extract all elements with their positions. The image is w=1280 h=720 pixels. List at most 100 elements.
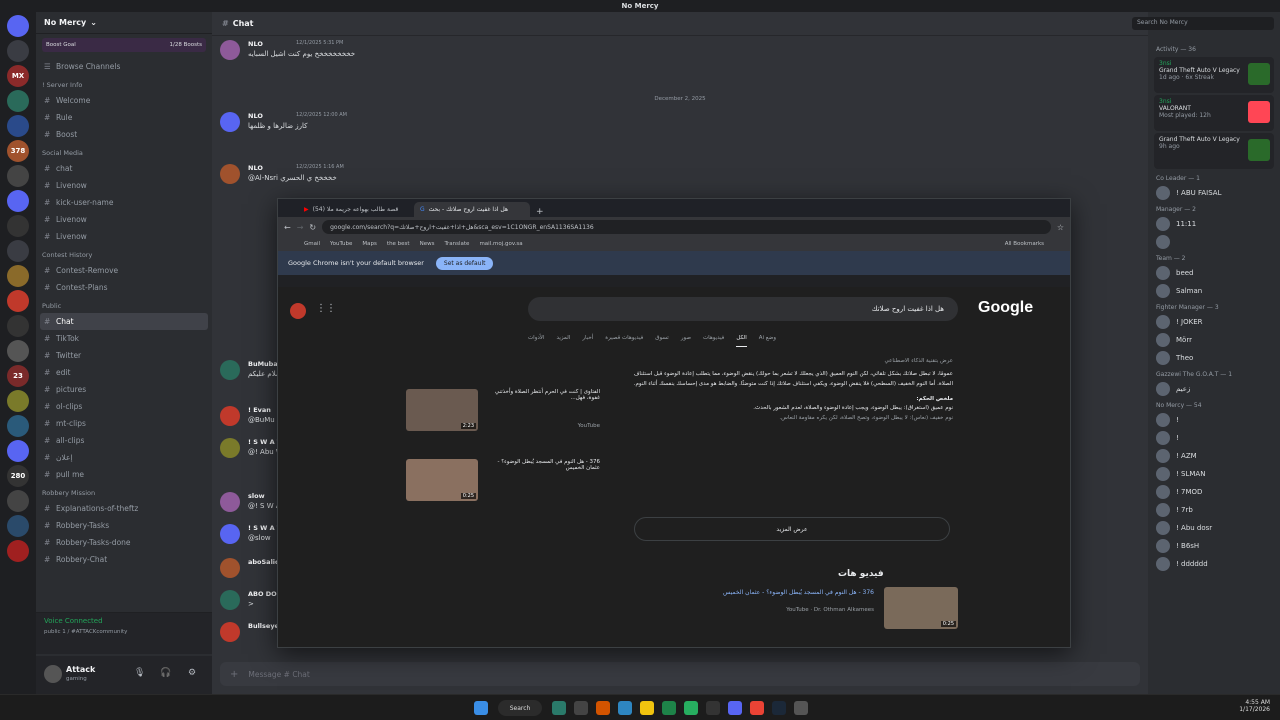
channel-category[interactable]: Public [36,299,212,313]
channel-item[interactable]: # Welcome [36,92,212,109]
video-card[interactable]: 2:23 الفتاوى | كنت في الحرم أنتظر الصلاة… [398,387,604,435]
avatar[interactable] [220,622,240,642]
channel-item[interactable]: # إعلان [36,449,212,466]
channel-item[interactable]: # ol-clips [36,398,212,415]
video-card[interactable]: 0:25 376 - هل النوم في المسجد يُبطل الوض… [398,457,604,505]
avatar[interactable] [220,492,240,512]
channel-item[interactable]: # Contest-Plans [36,279,212,296]
set-default-button[interactable]: Set as default [435,256,494,270]
server-icon[interactable] [7,540,29,562]
search-tab[interactable]: وضع Ai [759,335,776,347]
all-bookmarks[interactable]: All Bookmarks [1005,241,1044,247]
show-more-button[interactable]: عرض المزيد [634,517,950,541]
search-tab[interactable]: أخبار [582,335,593,347]
avatar[interactable] [44,665,62,683]
member-item[interactable]: ! ABU FAISAL [1148,184,1280,202]
server-icon[interactable]: 378 [7,140,29,162]
server-icon[interactable] [7,490,29,512]
channel-item[interactable]: # Rule [36,109,212,126]
member-item[interactable]: Mörr [1148,331,1280,349]
browser-tab-2[interactable]: G هل اذا غفيت اروح صلاتك - بحث [414,202,530,217]
discord-icon[interactable] [728,701,742,715]
search-tab[interactable]: الأدوات [528,335,544,347]
reload-icon[interactable]: ↻ [309,223,316,232]
edge-icon[interactable] [552,701,566,715]
avatar[interactable] [290,303,306,319]
activity-card[interactable]: 3nsi VALORANT Most played: 12h [1154,95,1274,131]
bookmark[interactable]: Maps [362,241,376,247]
star-icon[interactable]: ☆ [1057,223,1064,232]
server-icon[interactable] [7,165,29,187]
member-item[interactable]: ! [1148,411,1280,429]
server-icon[interactable] [7,265,29,287]
channel-item[interactable]: # Boost [36,126,212,143]
server-icon[interactable] [7,515,29,537]
gear-icon[interactable]: ⚙ [188,668,196,678]
bookmark[interactable]: News [420,241,435,247]
server-icon[interactable]: 23 [7,365,29,387]
server-icon[interactable] [7,190,29,212]
channel-item[interactable]: # pull me [36,466,212,483]
message-author[interactable]: BuMuba [248,360,278,368]
server-icon[interactable] [7,340,29,362]
channel-item[interactable]: # chat [36,160,212,177]
video-result[interactable]: 0:25 376 - هل النوم في المسجد يُبطل الوض… [678,587,958,631]
member-item[interactable]: ! SLMAN [1148,465,1280,483]
bookmark[interactable]: the best [387,241,410,247]
search-tab[interactable]: فيديوهات [703,335,724,347]
boost-goal[interactable]: Boost Goal 1/28 Boosts [42,38,206,52]
taskbar-search[interactable]: Search [498,700,542,716]
server-icon[interactable] [7,415,29,437]
avatar[interactable] [220,590,240,610]
back-icon[interactable]: ← [284,223,291,232]
channel-item[interactable]: # mt-clips [36,415,212,432]
search-input[interactable]: هل اذا غفيت اروح صلاتك [528,297,958,321]
browser-tab-1[interactable]: ▶ قصة طالب بهواعه جريمة ملا (54) [298,202,414,217]
member-item[interactable]: ! 7rb [1148,501,1280,519]
bookmark[interactable]: Gmail [304,241,320,247]
channel-item[interactable]: # Robbery-Tasks-done [36,534,212,551]
channel-item[interactable]: # Livenow [36,177,212,194]
new-tab-button[interactable]: + [536,207,544,217]
message-author[interactable]: ! Evan [248,406,271,414]
member-item[interactable] [1148,233,1280,251]
channel-item[interactable]: # Chat [40,313,208,330]
channel-item[interactable]: # Livenow [36,228,212,245]
member-item[interactable]: Theo [1148,349,1280,367]
member-item[interactable]: beed [1148,264,1280,282]
app-icon[interactable] [794,701,808,715]
server-icon[interactable] [7,390,29,412]
avatar[interactable] [220,558,240,578]
member-item[interactable]: Salman [1148,282,1280,300]
channel-item[interactable]: # all-clips [36,432,212,449]
address-bar[interactable]: google.com/search?q=هل+اذا+غفيت+اروح+صلا… [322,220,1051,234]
channel-item[interactable]: # Contest-Remove [36,262,212,279]
app-icon[interactable] [662,701,676,715]
browse-channels[interactable]: ☰ Browse Channels [36,58,212,75]
member-item[interactable]: ! JOKER [1148,313,1280,331]
channel-item[interactable]: # Twitter [36,347,212,364]
channel-category[interactable]: Contest History [36,248,212,262]
chrome-icon[interactable] [750,701,764,715]
steam-icon[interactable] [772,701,786,715]
bookmark[interactable]: YouTube [330,241,352,247]
channel-category[interactable]: ! Server Info [36,78,212,92]
avatar[interactable] [220,524,240,544]
message-author[interactable]: Bullseye [248,622,279,630]
member-item[interactable]: زعيم [1148,380,1280,398]
channel-category[interactable]: Social Media [36,146,212,160]
member-item[interactable]: 11:11 [1148,215,1280,233]
server-icon[interactable]: 280 [7,465,29,487]
server-header[interactable]: No Mercy ⌄ [36,12,212,34]
channel-item[interactable]: # TikTok [36,330,212,347]
message-author[interactable]: NLO [248,112,263,120]
search-tab[interactable]: تسوق [655,335,669,347]
plus-icon[interactable]: + [230,669,238,680]
avatar[interactable] [220,164,240,184]
avatar[interactable] [220,112,240,132]
clock[interactable]: 4:55 AM 1/17/2026 [1228,699,1270,713]
server-icon[interactable] [7,440,29,462]
activity-card[interactable]: 3nsi Grand Theft Auto V Legacy 1d ago · 6x… [1154,57,1274,93]
message-author[interactable]: slow [248,492,265,500]
channel-category[interactable]: Robbery Mission [36,486,212,500]
